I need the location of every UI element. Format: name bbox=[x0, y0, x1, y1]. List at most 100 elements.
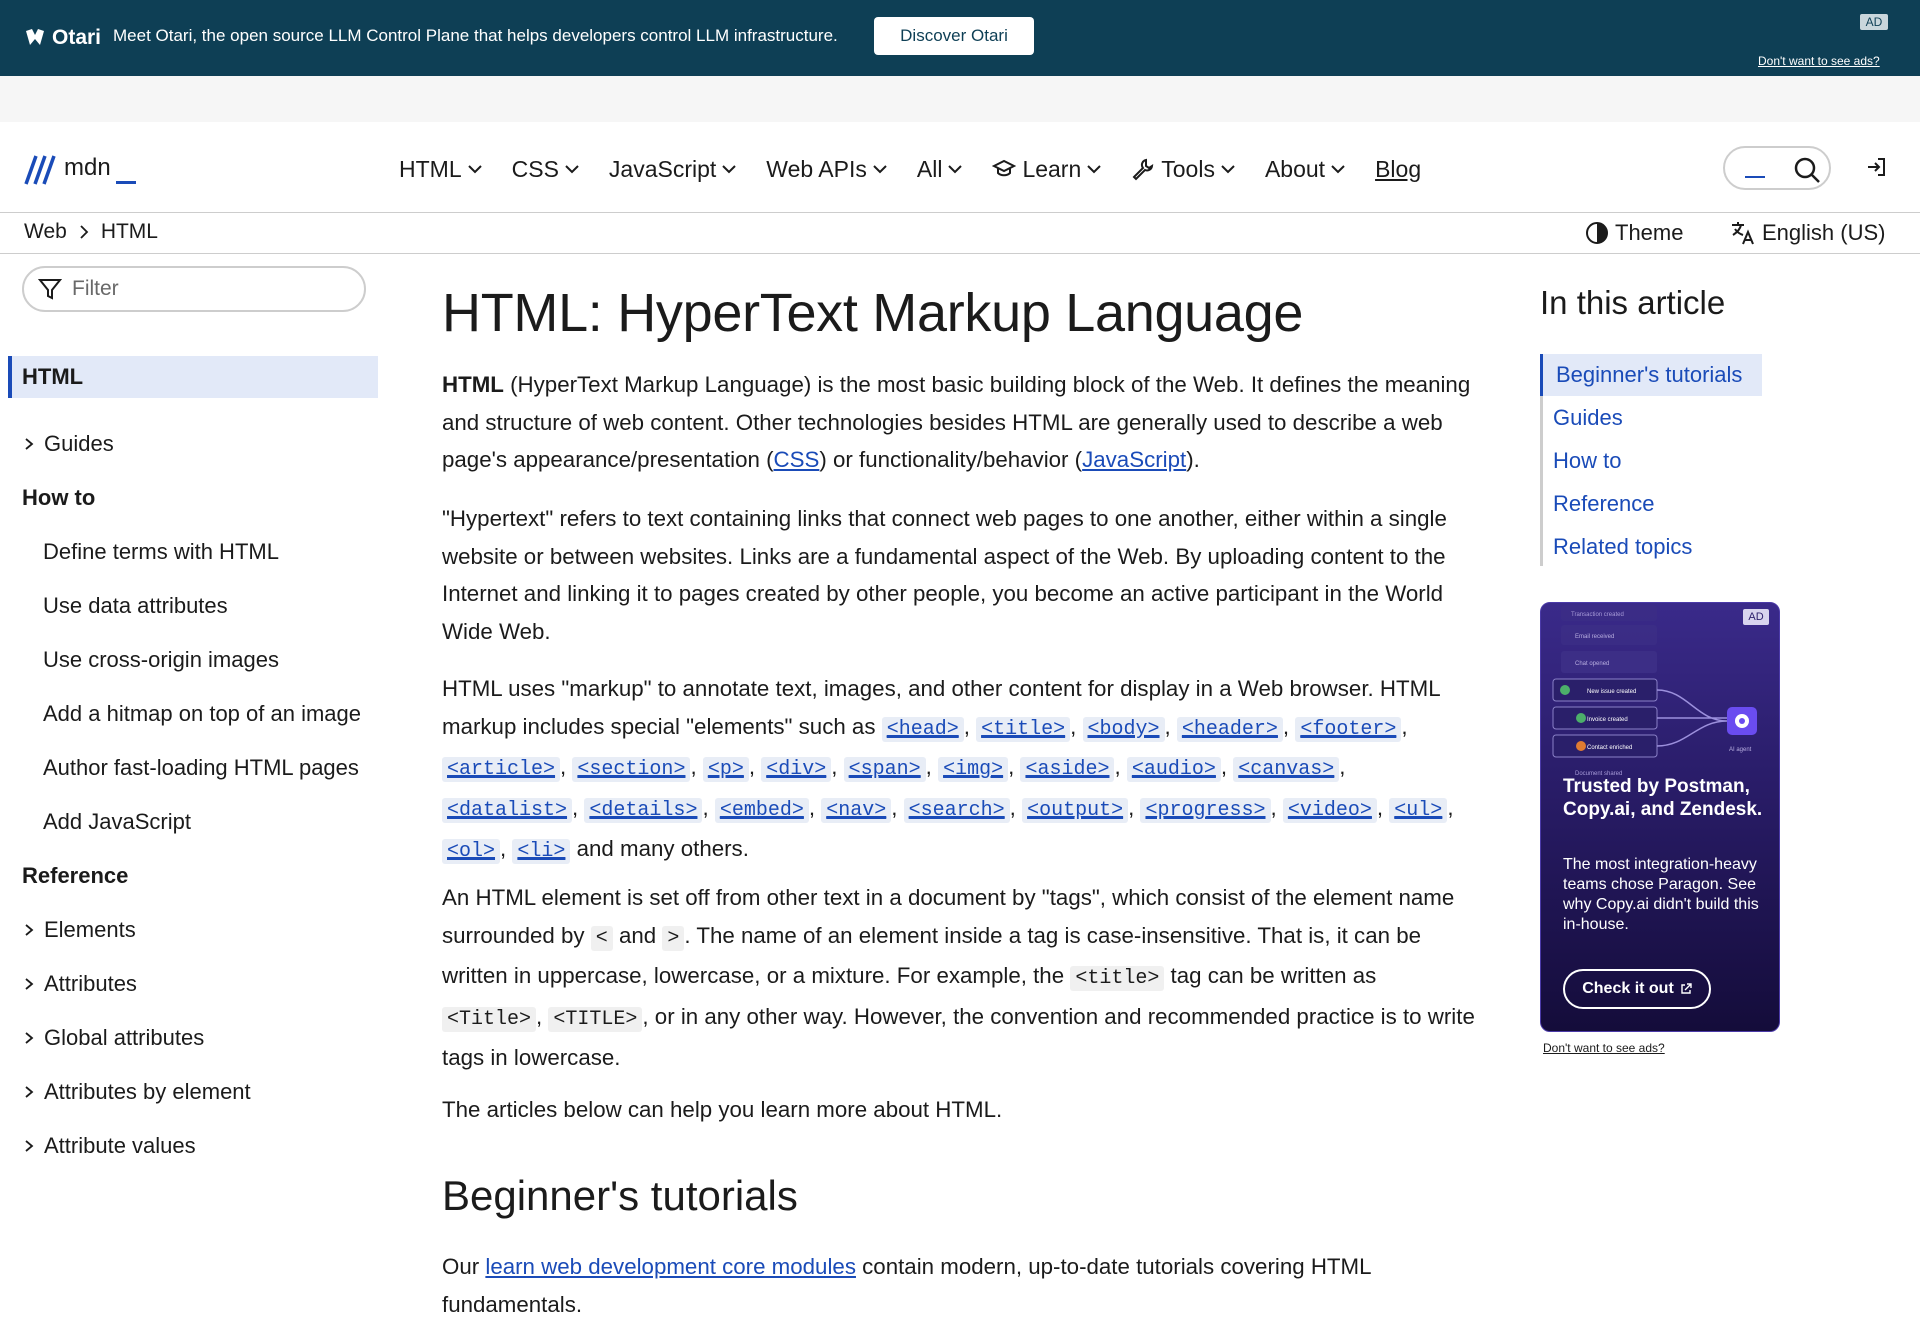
sidebar-item-fast-loading[interactable]: Author fast-loading HTML pages bbox=[43, 753, 359, 783]
element-link-code: <aside> bbox=[1020, 757, 1115, 783]
sidebar-item-attribute-values[interactable]: Attribute values bbox=[22, 1131, 196, 1161]
element-link[interactable]: <search> bbox=[903, 795, 1010, 824]
sidebar-item-attributes-by-element[interactable]: Attributes by element bbox=[22, 1077, 251, 1107]
element-link[interactable]: <audio> bbox=[1126, 754, 1221, 783]
menu-html-label: HTML bbox=[399, 155, 462, 182]
sidebar-item-guides[interactable]: Guides bbox=[22, 429, 114, 459]
filter-input[interactable] bbox=[70, 276, 334, 302]
element-link[interactable]: <footer> bbox=[1295, 714, 1402, 742]
element-link[interactable]: <li> bbox=[512, 836, 571, 864]
element-link[interactable]: <head> bbox=[881, 714, 964, 742]
sidebar-item-global-attributes[interactable]: Global attributes bbox=[22, 1023, 204, 1053]
integration-flow-illustration: Transaction created Email received Chat … bbox=[1552, 605, 1757, 777]
element-link[interactable]: <div> bbox=[761, 754, 832, 783]
html-bold-term: HTML bbox=[442, 372, 504, 397]
ad-banner: Otari Meet Otari, the open source LLM Co… bbox=[0, 0, 1920, 76]
sidebar-item-elements[interactable]: Elements bbox=[22, 915, 136, 945]
discover-otari-button[interactable]: Discover Otari bbox=[874, 17, 1034, 55]
sidebar-item-label: Use cross-origin images bbox=[43, 647, 279, 672]
element-link[interactable]: <canvas> bbox=[1233, 754, 1340, 783]
menu-javascript[interactable]: JavaScript bbox=[609, 152, 737, 186]
element-link-code: <progress> bbox=[1140, 798, 1271, 824]
login-icon[interactable] bbox=[1865, 156, 1887, 178]
element-link[interactable]: <video> bbox=[1282, 795, 1377, 824]
element-link[interactable]: <body> bbox=[1082, 714, 1165, 742]
hypertext-paragraph: "Hypertext" refers to text containing li… bbox=[442, 506, 1447, 645]
element-link[interactable]: <article> bbox=[442, 754, 561, 783]
element-link-code: <article> bbox=[442, 757, 561, 783]
check-it-out-button[interactable]: Check it out bbox=[1563, 969, 1711, 1009]
side-no-ads-link[interactable]: Don't want to see ads? bbox=[1543, 1041, 1665, 1055]
language-switcher[interactable]: English (US) bbox=[1730, 220, 1885, 246]
javascript-link[interactable]: JavaScript bbox=[1082, 447, 1186, 472]
element-link[interactable]: <p> bbox=[702, 754, 749, 783]
menu-about[interactable]: About bbox=[1265, 152, 1345, 186]
sidebar-item-data-attributes[interactable]: Use data attributes bbox=[43, 591, 228, 621]
element-link-code: <head> bbox=[881, 716, 964, 742]
element-link[interactable]: <header> bbox=[1176, 714, 1283, 742]
sidebar-item-label: Elements bbox=[44, 917, 136, 942]
flow-label: Contact enriched bbox=[1587, 745, 1632, 751]
chevron-right-icon bbox=[25, 1140, 34, 1152]
menu-css[interactable]: CSS bbox=[512, 152, 579, 186]
element-link[interactable]: <aside> bbox=[1020, 754, 1115, 783]
menu-blog[interactable]: Blog bbox=[1375, 152, 1421, 186]
menu-tools-label: Tools bbox=[1161, 155, 1215, 182]
flow-label: Chat opened bbox=[1575, 661, 1609, 667]
toc-item-guides[interactable]: Guides bbox=[1540, 397, 1623, 439]
element-link-code: <embed> bbox=[714, 798, 809, 824]
element-link[interactable]: <ul> bbox=[1389, 795, 1448, 824]
chevron-down-icon bbox=[722, 165, 737, 174]
element-link[interactable]: <img> bbox=[938, 754, 1009, 783]
element-link[interactable]: <ol> bbox=[442, 836, 501, 864]
side-ad[interactable]: Transaction created Email received Chat … bbox=[1540, 602, 1780, 1032]
tags-text-3: tag can be written as bbox=[1170, 963, 1377, 989]
sidebar-item-attributes[interactable]: Attributes bbox=[22, 969, 137, 999]
breadcrumb: Web HTML bbox=[24, 220, 158, 244]
search-button[interactable] bbox=[1723, 146, 1831, 190]
sidebar-item-add-javascript[interactable]: Add JavaScript bbox=[43, 807, 191, 837]
sidebar-filter[interactable] bbox=[22, 266, 366, 312]
breadcrumb-html[interactable]: HTML bbox=[101, 220, 158, 244]
menu-learn[interactable]: Learn bbox=[992, 152, 1101, 186]
mdn-logo[interactable]: mdn bbox=[24, 150, 144, 190]
flow-label: AI agent bbox=[1729, 747, 1752, 753]
element-link[interactable]: <progress> bbox=[1140, 795, 1271, 824]
element-link[interactable]: <datalist> bbox=[442, 795, 573, 824]
chevron-right-icon bbox=[25, 438, 34, 450]
sidebar-item-define-terms[interactable]: Define terms with HTML bbox=[43, 537, 279, 567]
element-link[interactable]: <nav> bbox=[821, 795, 892, 824]
flow-label: Transaction created bbox=[1571, 612, 1624, 618]
chevron-down-icon bbox=[948, 165, 963, 174]
otari-logo[interactable]: Otari bbox=[24, 24, 101, 52]
theme-switcher[interactable]: Theme bbox=[1585, 220, 1683, 246]
menu-html[interactable]: HTML bbox=[399, 152, 482, 186]
element-link-code: <body> bbox=[1082, 716, 1165, 742]
element-link[interactable]: <section> bbox=[572, 754, 691, 783]
element-link[interactable]: <output> bbox=[1022, 795, 1129, 824]
theme-label: Theme bbox=[1615, 220, 1684, 245]
sidebar-item-html[interactable]: HTML bbox=[8, 356, 378, 398]
toc-item-beginners[interactable]: Beginner's tutorials bbox=[1540, 354, 1762, 396]
no-ads-link[interactable]: Don't want to see ads? bbox=[1758, 54, 1880, 68]
sidebar-item-cross-origin-images[interactable]: Use cross-origin images bbox=[43, 645, 279, 675]
core-modules-link[interactable]: learn web development core modules bbox=[485, 1254, 856, 1279]
toc-item-related-topics[interactable]: Related topics bbox=[1540, 526, 1692, 568]
title-lower-code: <title> bbox=[1070, 966, 1165, 992]
beginners-paragraph: Our learn web development core modules c… bbox=[442, 1248, 1482, 1323]
element-link[interactable]: <span> bbox=[843, 754, 926, 783]
toc-item-reference[interactable]: Reference bbox=[1540, 483, 1655, 525]
element-link[interactable]: <title> bbox=[976, 714, 1071, 742]
css-link[interactable]: CSS bbox=[774, 447, 820, 472]
menu-all[interactable]: All bbox=[917, 152, 963, 186]
element-link-code: <img> bbox=[938, 757, 1009, 783]
element-link[interactable]: <embed> bbox=[714, 795, 809, 824]
sidebar-item-hitmap[interactable]: Add a hitmap on top of an image bbox=[43, 699, 361, 729]
menu-tools[interactable]: Tools bbox=[1131, 152, 1235, 186]
menu-web-apis[interactable]: Web APIs bbox=[766, 152, 887, 186]
intro-text-2: ) or functionality/behavior ( bbox=[819, 447, 1083, 473]
element-link[interactable]: <details> bbox=[584, 795, 703, 824]
breadcrumb-web[interactable]: Web bbox=[24, 220, 67, 244]
toc-item-how-to[interactable]: How to bbox=[1540, 440, 1621, 482]
theme-icon bbox=[1586, 222, 1608, 244]
